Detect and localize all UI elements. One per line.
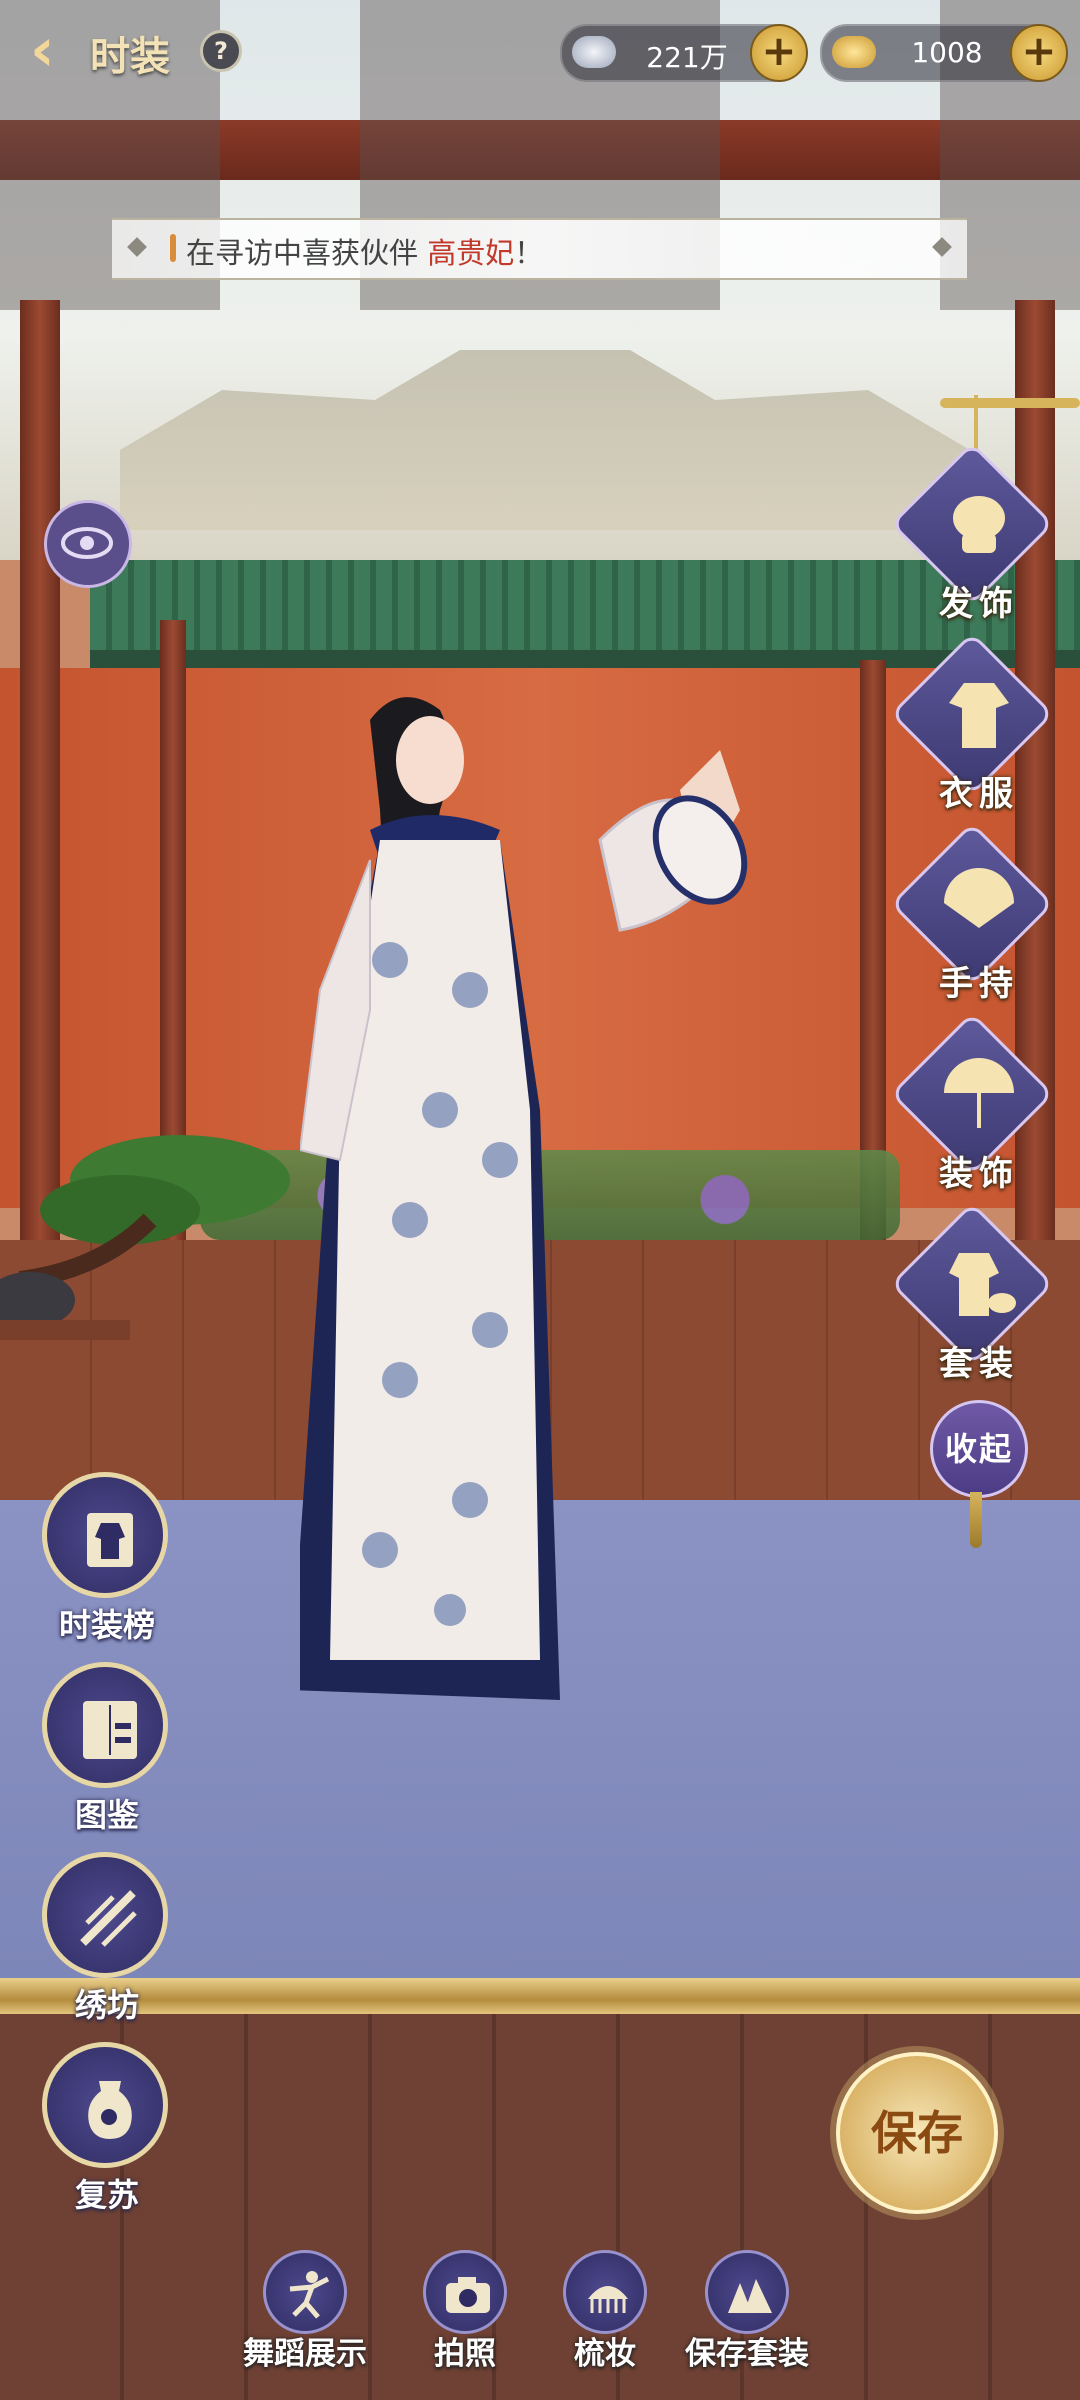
partner-name: 高贵妃 <box>427 236 515 270</box>
diamond-ornament-icon <box>932 237 952 257</box>
button-frame <box>42 1472 168 1598</box>
hide-ui-button[interactable] <box>44 500 132 588</box>
gold-amount: 1008 <box>911 36 983 69</box>
tassel-decoration <box>970 1492 982 1548</box>
button-frame <box>42 2042 168 2168</box>
fan-icon <box>944 868 1014 928</box>
category-hair-ornament[interactable]: 发饰 <box>889 441 1055 633</box>
save-outfit-button[interactable]: 保存套装 <box>662 2250 832 2380</box>
category-decoration[interactable]: 装饰 <box>889 1011 1055 1203</box>
clothes-icon <box>949 683 1009 748</box>
notice-prefix: 在寻访中喜获伙伴 <box>186 236 428 270</box>
wardrobe-icon <box>83 1701 137 1759</box>
save-outfit-icon <box>728 2279 772 2313</box>
category-outfit-set[interactable]: 套装 <box>889 1201 1055 1393</box>
add-gold-button[interactable]: + <box>1010 24 1068 82</box>
silver-ingot-icon <box>572 36 616 68</box>
vase-flower-icon <box>88 2081 132 2139</box>
side-button-label: 时装榜 <box>58 1606 155 1644</box>
side-button-label: 复苏 <box>74 2176 139 2214</box>
collapse-button[interactable]: 收起 <box>930 1400 1028 1498</box>
button-frame <box>705 2250 789 2334</box>
embroidery-needle-icon <box>80 1890 137 1947</box>
eye-icon <box>61 527 113 559</box>
notice-text: 在寻访中喜获伙伴 高贵妃！ <box>186 230 543 272</box>
category-label: 发饰 <box>939 584 1019 624</box>
bonsai-decoration <box>0 1135 290 1340</box>
page-title: 时装 <box>90 34 170 80</box>
category-label: 衣服 <box>939 774 1019 814</box>
notice-suffix: ！ <box>514 236 544 270</box>
help-button[interactable]: ? <box>200 30 242 72</box>
button-frame <box>263 2250 347 2334</box>
category-clothes[interactable]: 衣服 <box>889 631 1055 823</box>
bottom-button-label: 保存套装 <box>685 2336 809 2372</box>
notice-banner: 在寻访中喜获伙伴 高贵妃！ <box>112 218 967 280</box>
catalog-button[interactable]: 图鉴 <box>42 1662 172 1834</box>
dance-icon <box>289 2271 330 2319</box>
hanging-rod <box>940 398 1080 408</box>
back-button[interactable]: ‹ <box>30 20 90 82</box>
camera-icon <box>446 2277 490 2313</box>
gold-ingot-icon <box>832 36 876 68</box>
umbrella-icon <box>944 1058 1014 1128</box>
currency-gold: 1008 + <box>820 24 1068 82</box>
save-button[interactable]: 保存 <box>836 2052 998 2214</box>
button-frame <box>42 1662 168 1788</box>
chevron-left-icon: ‹ <box>30 15 55 85</box>
diamond-ornament-icon <box>127 237 147 257</box>
side-button-label: 绣坊 <box>74 1986 139 2024</box>
side-button-label: 图鉴 <box>74 1796 139 1834</box>
category-handheld[interactable]: 手持 <box>889 821 1055 1013</box>
silver-amount: 221万 <box>646 41 728 74</box>
category-label: 套装 <box>939 1344 1019 1384</box>
outfit-set-icon <box>949 1253 1016 1316</box>
add-silver-button[interactable]: + <box>750 24 808 82</box>
button-frame <box>563 2250 647 2334</box>
notice-marker-icon <box>170 234 176 262</box>
fashion-ranking-button[interactable]: 时装榜 <box>42 1472 172 1644</box>
embroidery-button[interactable]: 绣坊 <box>42 1852 172 2024</box>
ranking-scroll-icon <box>87 1513 133 1567</box>
hair-ornament-icon <box>953 496 1005 553</box>
category-label: 装饰 <box>939 1154 1019 1194</box>
button-frame <box>423 2250 507 2334</box>
dance-show-button[interactable]: 舞蹈展示 <box>220 2250 390 2380</box>
top-bar: ‹ 时装 ? 221万 + 1008 + <box>0 0 1080 110</box>
character-model[interactable] <box>300 690 820 1750</box>
category-label: 手持 <box>939 964 1019 1004</box>
button-frame <box>42 1852 168 1978</box>
revive-button[interactable]: 复苏 <box>42 2042 172 2214</box>
comb-icon <box>588 2286 628 2313</box>
currency-silver: 221万 + <box>560 24 808 82</box>
